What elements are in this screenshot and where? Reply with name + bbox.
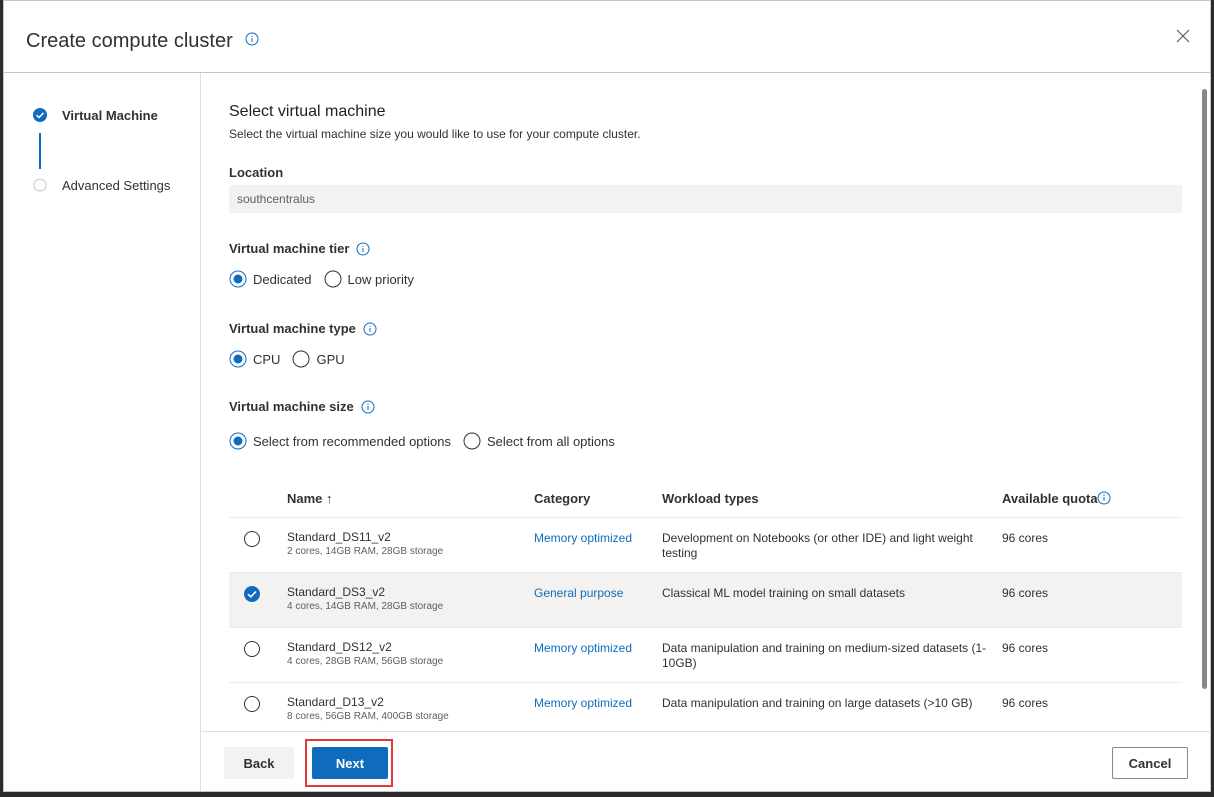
step-complete-icon bbox=[33, 108, 47, 122]
vm-name: Standard_D13_v2 bbox=[287, 695, 384, 709]
radio-selected-icon bbox=[229, 432, 247, 450]
radio-unselected-icon bbox=[463, 432, 481, 450]
info-icon[interactable] bbox=[361, 400, 375, 414]
radio-dedicated[interactable]: Dedicated bbox=[229, 270, 312, 288]
create-compute-cluster-dialog: Create compute cluster Virtual Machine A… bbox=[3, 0, 1211, 792]
info-icon[interactable] bbox=[245, 32, 259, 46]
dialog-title: Create compute cluster bbox=[26, 30, 233, 52]
section-description: Select the virtual machine size you woul… bbox=[229, 127, 641, 141]
radio-unselected-icon[interactable] bbox=[243, 695, 261, 713]
close-icon[interactable] bbox=[1174, 27, 1192, 45]
main-content: Select virtual machine Select the virtua… bbox=[201, 73, 1198, 731]
info-icon[interactable] bbox=[1097, 491, 1111, 505]
step-pending-icon bbox=[33, 178, 47, 192]
location-label: Location bbox=[229, 165, 284, 180]
table-row[interactable]: Standard_D13_v2 8 cores, 56GB RAM, 400GB… bbox=[229, 683, 1182, 731]
vm-spec: 8 cores, 56GB RAM, 400GB storage bbox=[287, 711, 449, 722]
location-field: southcentralus bbox=[229, 185, 1182, 213]
vm-workload: Data manipulation and training on medium… bbox=[662, 641, 987, 670]
checkmark-circle-icon[interactable] bbox=[243, 585, 261, 603]
vm-category: Memory optimized bbox=[534, 641, 633, 655]
back-button[interactable]: Back bbox=[224, 747, 294, 779]
next-button[interactable]: Next bbox=[312, 747, 388, 779]
vm-spec: 2 cores, 14GB RAM, 28GB storage bbox=[287, 546, 444, 557]
table-header-row: Name ↑ Category Workload types Available… bbox=[229, 477, 1182, 518]
wizard-steps: Virtual Machine Advanced Settings bbox=[4, 73, 201, 791]
radio-gpu[interactable]: GPU bbox=[292, 350, 345, 368]
radio-unselected-icon[interactable] bbox=[243, 530, 261, 548]
column-header-workload[interactable]: Workload types bbox=[662, 491, 759, 506]
vm-spec: 4 cores, 28GB RAM, 56GB storage bbox=[287, 656, 444, 667]
vm-category: Memory optimized bbox=[534, 531, 633, 545]
vm-type-radio-group: CPU GPU bbox=[229, 350, 357, 368]
vm-quota: 96 cores bbox=[1002, 696, 1049, 710]
info-icon[interactable] bbox=[356, 242, 370, 256]
radio-all-options[interactable]: Select from all options bbox=[463, 432, 615, 450]
column-header-quota[interactable]: Available quota bbox=[1002, 491, 1098, 506]
step-label: Advanced Settings bbox=[62, 177, 171, 193]
section-title: Select virtual machine bbox=[229, 103, 386, 120]
step-advanced-settings[interactable]: Advanced Settings bbox=[32, 177, 170, 193]
vm-quota: 96 cores bbox=[1002, 586, 1049, 600]
vm-name: Standard_DS12_v2 bbox=[287, 640, 392, 654]
info-icon[interactable] bbox=[363, 322, 377, 336]
vm-name: Standard_DS11_v2 bbox=[287, 530, 391, 544]
radio-low-priority[interactable]: Low priority bbox=[324, 270, 414, 288]
vm-workload: Classical ML model training on small dat… bbox=[662, 586, 905, 600]
radio-unselected-icon[interactable] bbox=[243, 640, 261, 658]
radio-unselected-icon bbox=[324, 270, 342, 288]
radio-cpu[interactable]: CPU bbox=[229, 350, 280, 368]
step-label: Virtual Machine bbox=[62, 107, 158, 123]
vm-type-label: Virtual machine type bbox=[229, 321, 377, 336]
vm-name: Standard_DS3_v2 bbox=[287, 585, 386, 599]
vm-size-radio-group: Select from recommended options Select f… bbox=[229, 432, 627, 450]
vm-size-table: Name ↑ Category Workload types Available… bbox=[229, 477, 1182, 731]
vm-quota: 96 cores bbox=[1002, 641, 1049, 655]
vm-tier-radio-group: Dedicated Low priority bbox=[229, 270, 426, 288]
vm-category: General purpose bbox=[534, 586, 624, 600]
radio-recommended-options[interactable]: Select from recommended options bbox=[229, 432, 451, 450]
vm-workload: Data manipulation and training on large … bbox=[662, 696, 973, 710]
column-header-category[interactable]: Category bbox=[534, 491, 590, 506]
vm-quota: 96 cores bbox=[1002, 531, 1049, 545]
dialog-footer: Back Next Cancel bbox=[201, 731, 1210, 791]
radio-selected-icon bbox=[229, 270, 247, 288]
radio-unselected-icon bbox=[292, 350, 310, 368]
radio-selected-icon bbox=[229, 350, 247, 368]
dialog-header: Create compute cluster bbox=[4, 1, 1210, 73]
vm-tier-label: Virtual machine tier bbox=[229, 241, 370, 256]
column-header-name[interactable]: Name ↑ bbox=[287, 491, 333, 506]
scrollbar[interactable] bbox=[1202, 89, 1207, 689]
step-virtual-machine[interactable]: Virtual Machine bbox=[32, 107, 158, 123]
table-row[interactable]: Standard_DS3_v2 4 cores, 14GB RAM, 28GB … bbox=[229, 573, 1182, 628]
vm-workload: Development on Notebooks (or other IDE) … bbox=[662, 531, 973, 560]
table-row[interactable]: Standard_DS12_v2 4 cores, 28GB RAM, 56GB… bbox=[229, 628, 1182, 683]
cancel-button[interactable]: Cancel bbox=[1112, 747, 1188, 779]
vm-size-label: Virtual machine size bbox=[229, 399, 375, 414]
step-connector bbox=[39, 133, 41, 169]
table-row[interactable]: Standard_DS11_v2 2 cores, 14GB RAM, 28GB… bbox=[229, 518, 1182, 573]
vm-category: Memory optimized bbox=[534, 696, 633, 710]
vm-spec: 4 cores, 14GB RAM, 28GB storage bbox=[287, 601, 444, 612]
